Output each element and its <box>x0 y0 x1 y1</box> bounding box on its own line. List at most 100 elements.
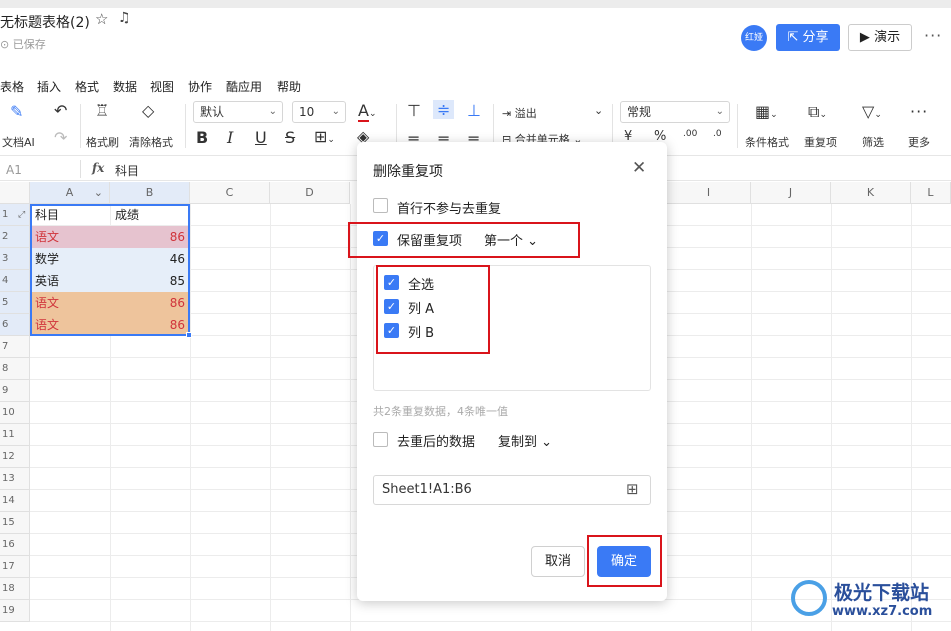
cancel-button[interactable]: 取消 <box>531 546 585 577</box>
cell-a1[interactable]: 科目 <box>30 204 110 226</box>
row-header[interactable]: 3 <box>0 248 30 270</box>
cell-a5[interactable]: 语文 <box>30 292 110 314</box>
range-input[interactable]: Sheet1!A1:B6 <box>373 475 651 505</box>
menu-format[interactable]: 格式 <box>75 78 99 95</box>
bell-icon[interactable]: ♫ <box>118 10 131 26</box>
font-color-icon[interactable]: A⌄ <box>358 101 377 122</box>
cell-a2[interactable]: 语文 <box>30 226 110 248</box>
ai-label[interactable]: 文档AI <box>2 134 35 150</box>
ai-wand-icon[interactable]: ✎ <box>10 102 23 121</box>
fill-handle[interactable] <box>186 332 192 338</box>
column-header-c[interactable]: C <box>190 182 270 204</box>
row-header[interactable]: 7 <box>0 336 30 358</box>
italic-icon[interactable]: I <box>227 128 233 147</box>
menu-data[interactable]: 数据 <box>113 78 137 95</box>
column-header-l[interactable]: L <box>911 182 951 204</box>
row-header[interactable]: 14 <box>0 490 30 512</box>
cell-b6[interactable]: 86 <box>110 314 190 336</box>
more-icon[interactable]: ··· <box>924 26 942 45</box>
menu-bar <box>0 74 951 96</box>
menu-collab[interactable]: 协作 <box>188 78 212 95</box>
decimal-increase-icon[interactable]: .00 <box>683 129 697 139</box>
undo-icon[interactable]: ↶ <box>54 101 67 120</box>
share-button[interactable]: ⇱ 分享 <box>776 24 840 51</box>
row-header[interactable]: 13 <box>0 468 30 490</box>
filter-label[interactable]: 筛选 <box>862 134 884 150</box>
chevron-down-icon[interactable]: ⌄ <box>594 104 603 117</box>
select-all-corner[interactable] <box>0 182 30 204</box>
cell-b3[interactable]: 46 <box>110 248 190 270</box>
row-header[interactable]: 10 <box>0 402 30 424</box>
row-header[interactable]: 18 <box>0 578 30 600</box>
duplicates-icon[interactable]: ⧉⌄ <box>808 102 827 122</box>
row-header[interactable]: 8 <box>0 358 30 380</box>
menu-table[interactable]: 表格 <box>0 78 24 95</box>
menu-insert[interactable]: 插入 <box>37 78 61 95</box>
format-brush-icon[interactable]: ♖ <box>95 101 109 120</box>
align-bottom-icon[interactable]: ⊥ <box>467 101 481 120</box>
overflow-select[interactable]: ⇥ 溢出 <box>502 105 537 121</box>
duplicates-label[interactable]: 重复项 <box>804 134 837 150</box>
cell-a6[interactable]: 语文 <box>30 314 110 336</box>
conditional-format-label[interactable]: 条件格式 <box>745 134 789 150</box>
present-button[interactable]: ▶ 演示 <box>848 24 912 51</box>
row-header[interactable]: 16 <box>0 534 30 556</box>
row-header[interactable]: 2 <box>0 226 30 248</box>
after-data-checkbox[interactable] <box>373 432 388 447</box>
formula-value[interactable]: 科目 <box>115 162 139 179</box>
document-title[interactable]: 无标题表格(2) <box>0 12 90 32</box>
column-header-d[interactable]: D <box>270 182 350 204</box>
conditional-format-icon[interactable]: ▦⌄ <box>755 102 778 121</box>
row-header[interactable]: 6 <box>0 314 30 336</box>
row-header[interactable]: 1 <box>0 204 30 226</box>
more-label[interactable]: 更多 <box>908 134 930 150</box>
eraser-icon[interactable]: ◇ <box>142 101 154 120</box>
clear-format-label[interactable]: 清除格式 <box>129 134 173 150</box>
fx-icon: fx <box>92 161 105 175</box>
column-header-j[interactable]: J <box>751 182 831 204</box>
copy-to-select[interactable]: 复制到 ⌄ <box>498 431 552 450</box>
close-icon[interactable]: ✕ <box>632 158 646 178</box>
row-header[interactable]: 15 <box>0 512 30 534</box>
row-header[interactable]: 19 <box>0 600 30 622</box>
column-header-b[interactable]: B <box>110 182 190 204</box>
row-header[interactable]: 12 <box>0 446 30 468</box>
row-header[interactable]: 5 <box>0 292 30 314</box>
row-header[interactable]: 4 <box>0 270 30 292</box>
cell-b4[interactable]: 85 <box>110 270 190 292</box>
cell-a4[interactable]: 英语 <box>30 270 110 292</box>
row-header[interactable]: 17 <box>0 556 30 578</box>
cell-reference[interactable]: A1 <box>6 163 22 177</box>
range-picker-icon[interactable]: ⊞ <box>626 480 639 498</box>
format-brush-label[interactable]: 格式刷 <box>86 134 119 150</box>
align-top-icon[interactable]: ⊤ <box>407 101 421 120</box>
star-icon[interactable]: ☆ <box>95 10 108 28</box>
column-header-a[interactable]: A ⌄ <box>30 182 110 204</box>
strikethrough-icon[interactable]: S <box>285 128 295 147</box>
filter-icon[interactable]: ▽⌄ <box>862 102 882 121</box>
font-name-select[interactable]: 默认 ⌄ <box>193 101 283 123</box>
decimal-decrease-icon[interactable]: .0 <box>713 129 722 139</box>
number-format-select[interactable]: 常规 ⌄ <box>620 101 730 123</box>
column-header-k[interactable]: K <box>831 182 911 204</box>
menu-help[interactable]: 帮助 <box>277 78 301 95</box>
redo-icon[interactable]: ↷ <box>54 128 67 147</box>
column-header-i[interactable]: I <box>667 182 751 204</box>
row-header[interactable]: 11 <box>0 424 30 446</box>
font-size-select[interactable]: 10 ⌄ <box>292 101 346 123</box>
avatar[interactable]: 红娅 <box>741 25 767 51</box>
menu-apps[interactable]: 酷应用 <box>226 78 262 95</box>
underline-icon[interactable]: U <box>255 128 267 147</box>
border-icon[interactable]: ⊞⌄ <box>314 127 335 146</box>
bold-icon[interactable]: B <box>196 128 208 147</box>
more-icon[interactable]: ··· <box>910 102 928 121</box>
cell-b2[interactable]: 86 <box>110 226 190 248</box>
align-middle-icon[interactable]: ≑ <box>433 100 455 119</box>
first-row-checkbox[interactable] <box>373 198 388 213</box>
cell-a3[interactable]: 数学 <box>30 248 110 270</box>
row-header[interactable]: 9 <box>0 380 30 402</box>
menu-view[interactable]: 视图 <box>150 78 174 95</box>
cell-b5[interactable]: 86 <box>110 292 190 314</box>
cell-b1[interactable]: 成绩 <box>110 204 190 226</box>
expand-icon[interactable]: ⤢ <box>18 210 25 220</box>
